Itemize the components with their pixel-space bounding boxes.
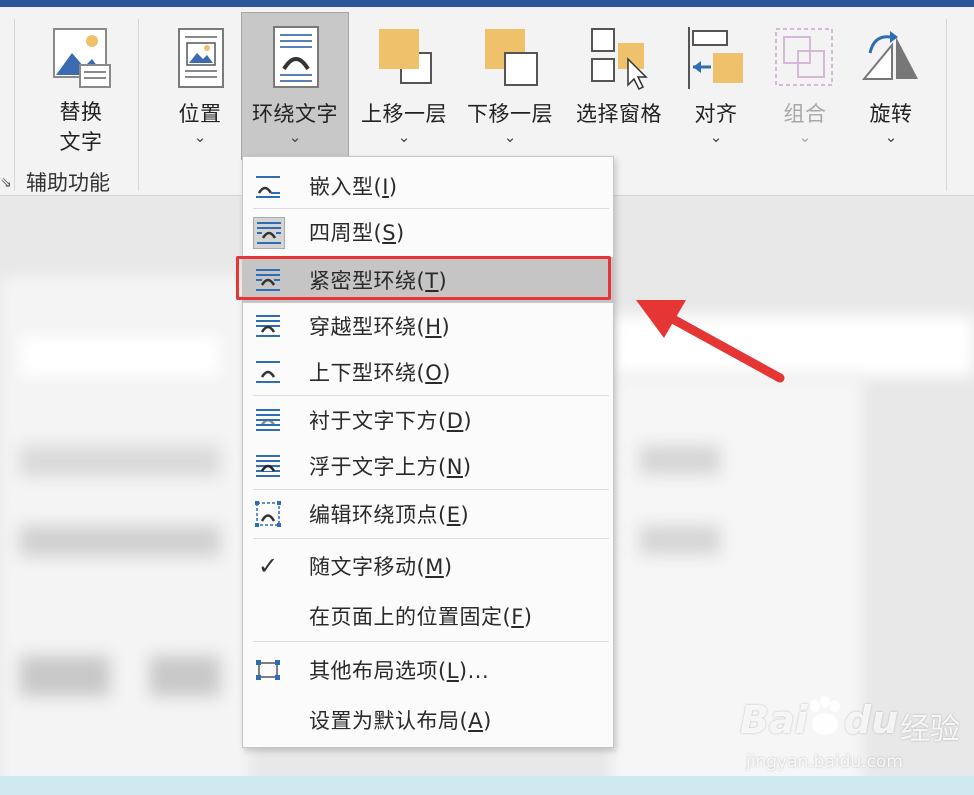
selection-pane-label: 选择窗格 [576, 102, 662, 126]
menu-item-inline[interactable]: 嵌入型(I) [243, 163, 613, 209]
chevron-down-icon: ⌄ [884, 128, 898, 146]
red-arrow-icon [636, 300, 785, 383]
send-backward-button[interactable]: 下移一层 ⌄ [461, 13, 559, 158]
watermark-brand-2: du [844, 698, 899, 742]
baidu-watermark: Bai du 经验 jingyan.baidu.com [740, 690, 970, 790]
chevron-down-icon: ⌄ [397, 128, 411, 146]
menu-item-square[interactable]: 四周型(S) [243, 209, 613, 255]
title-bar-strip [0, 0, 974, 7]
alt-text-label-1: 替换 [59, 100, 103, 124]
position-icon [165, 23, 235, 93]
more-layout-icon [253, 655, 283, 685]
position-button[interactable]: 位置 ⌄ [165, 13, 235, 158]
rotate-icon [856, 23, 926, 93]
wrap-text-menu: 嵌入型(I) 四周型(S) 紧密型环绕(T) 穿越型环绕(H) 上下型环绕(O)… [242, 156, 614, 748]
menu-item-fix-position[interactable]: 在页面上的位置固定(F) [243, 593, 613, 639]
menu-item-more-layout-options[interactable]: 其他布局选项(L)... [243, 647, 613, 693]
chevron-down-icon: ⌄ [709, 128, 723, 146]
group-icon [770, 23, 840, 93]
rotate-button[interactable]: 旋转 ⌄ [855, 13, 927, 158]
group-label: 组合 [783, 102, 827, 126]
chevron-down-icon: ⌄ [193, 128, 207, 146]
in-front-text-icon [253, 451, 283, 481]
group-divider [946, 19, 947, 191]
send-backward-label: 下移一层 [467, 102, 553, 126]
watermark-brand: Bai [740, 698, 808, 742]
group-label-accessibility: 辅助功能 [26, 171, 110, 195]
menu-item-label: 在页面上的位置固定(F) [309, 605, 533, 629]
menu-separator [253, 489, 609, 490]
align-label: 对齐 [694, 102, 738, 126]
menu-item-move-with-text[interactable]: ✓ 随文字移动(M) [243, 543, 613, 589]
menu-item-label: 嵌入型(I) [309, 175, 398, 199]
bring-forward-label: 上移一层 [361, 102, 447, 126]
group-divider [138, 19, 139, 191]
menu-item-set-default-layout[interactable]: 设置为默认布局(A) [243, 697, 613, 743]
menu-item-label: 穿越型环绕(H) [309, 315, 451, 339]
watermark-url: jingyan.baidu.com [746, 752, 903, 772]
selection-pane-icon [584, 23, 654, 93]
menu-item-top-bottom[interactable]: 上下型环绕(O) [243, 349, 613, 395]
alt-text-button[interactable]: 替换 文字 [42, 13, 120, 158]
group-button[interactable]: 组合 ⌄ [769, 13, 841, 158]
position-label: 位置 [178, 102, 222, 126]
bring-forward-button[interactable]: 上移一层 ⌄ [355, 13, 453, 158]
alt-text-icon [46, 23, 116, 93]
menu-item-in-front-text[interactable]: 浮于文字上方(N) [243, 443, 613, 489]
menu-item-behind-text[interactable]: 衬于文字下方(D) [243, 397, 613, 443]
menu-item-label: 随文字移动(M) [309, 555, 453, 579]
menu-item-label: 四周型(S) [309, 221, 405, 245]
behind-text-icon [253, 405, 283, 435]
paw-icon [806, 696, 844, 736]
align-icon [681, 23, 751, 93]
dialog-launcher-icon[interactable]: ⇘ [0, 175, 12, 191]
chevron-down-icon: ⌄ [798, 128, 812, 146]
group-divider [14, 19, 15, 191]
square-wrap-icon [253, 217, 285, 249]
chevron-down-icon: ⌄ [288, 128, 302, 146]
selection-pane-button[interactable]: 选择窗格 [567, 13, 671, 158]
through-wrap-icon [253, 311, 283, 341]
bring-forward-icon [369, 23, 439, 93]
wrap-text-label: 环绕文字 [252, 102, 338, 126]
watermark-cn: 经验 [900, 712, 960, 747]
rotate-label: 旋转 [869, 102, 913, 126]
align-button[interactable]: 对齐 ⌄ [681, 13, 751, 158]
menu-separator [253, 641, 609, 642]
menu-item-through[interactable]: 穿越型环绕(H) [243, 303, 613, 349]
menu-item-edit-wrap-points[interactable]: 编辑环绕顶点(E) [243, 491, 613, 537]
send-backward-icon [475, 23, 545, 93]
alt-text-label-2: 文字 [59, 130, 103, 154]
menu-item-label: 其他布局选项(L)... [309, 659, 490, 683]
menu-separator [253, 538, 609, 539]
chevron-down-icon: ⌄ [503, 128, 517, 146]
menu-item-label: 上下型环绕(O) [309, 361, 451, 385]
menu-separator [253, 395, 609, 396]
menu-item-label: 编辑环绕顶点(E) [309, 503, 470, 527]
top-bottom-wrap-icon [253, 357, 283, 387]
menu-item-label: 浮于文字上方(N) [309, 455, 472, 479]
menu-item-label: 设置为默认布局(A) [309, 709, 492, 733]
menu-item-label: 衬于文字下方(D) [309, 409, 473, 433]
wrap-text-button[interactable]: 环绕文字 ⌄ [241, 12, 349, 160]
wrap-text-icon [260, 23, 330, 93]
inline-wrap-icon [253, 171, 283, 201]
highlight-box [236, 256, 611, 300]
check-icon: ✓ [257, 552, 279, 580]
edit-wrap-points-icon [253, 499, 283, 529]
